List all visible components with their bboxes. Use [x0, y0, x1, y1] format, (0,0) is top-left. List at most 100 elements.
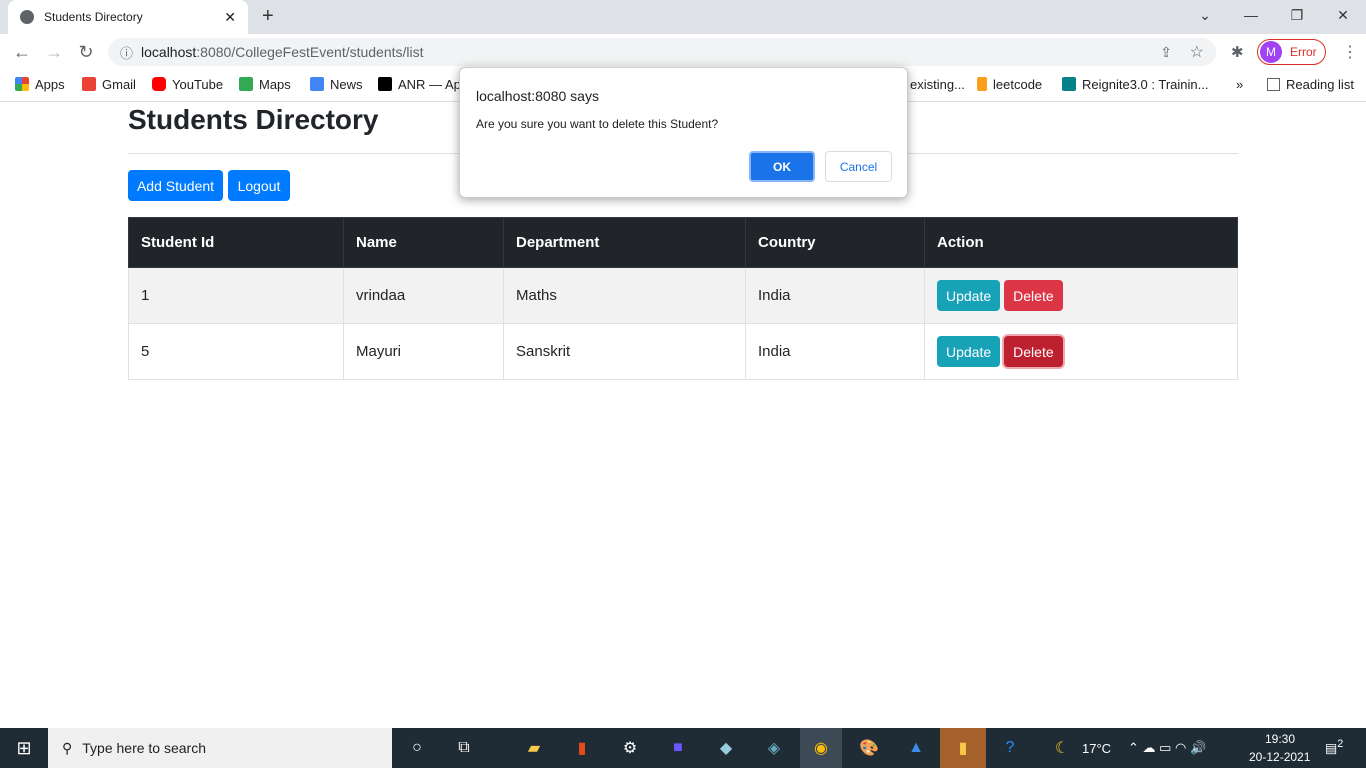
- logout-button[interactable]: Logout: [228, 170, 290, 201]
- bookmark-apps[interactable]: Apps: [15, 76, 65, 92]
- notifications-icon[interactable]: ▤2: [1325, 738, 1343, 756]
- bookmark-youtube[interactable]: YouTube: [152, 76, 223, 92]
- delete-button[interactable]: Delete: [1004, 336, 1063, 367]
- bookmark-news[interactable]: News: [310, 76, 363, 92]
- maps-icon: [239, 77, 253, 91]
- reload-icon[interactable]: ↻: [74, 40, 98, 64]
- forms-icon: [1062, 77, 1076, 91]
- col-name: Name: [343, 217, 504, 268]
- weather-moon-icon: ☾: [1054, 740, 1070, 757]
- ok-button[interactable]: OK: [749, 151, 815, 182]
- bookmark-star-icon[interactable]: ☆: [1190, 42, 1204, 62]
- task-view-icon[interactable]: ⧉: [450, 734, 478, 762]
- photos-icon[interactable]: ▲: [902, 734, 930, 762]
- chrome-icon[interactable]: ◉: [800, 728, 842, 768]
- bookmark-label: Reignite3.0 : Trainin...: [1082, 76, 1209, 92]
- bookmark-gmail[interactable]: Gmail: [82, 76, 136, 92]
- cell-country: India: [745, 323, 925, 380]
- taskbar-search[interactable]: ⚲ Type here to search: [48, 728, 392, 768]
- settings-icon[interactable]: ⚙: [616, 734, 644, 762]
- add-student-button[interactable]: Add Student: [128, 170, 223, 201]
- bookmark-label: YouTube: [172, 76, 224, 92]
- clock-time[interactable]: 19:30: [1265, 732, 1295, 746]
- gmail-icon: [82, 77, 96, 91]
- anr-icon: [378, 77, 392, 91]
- profile-status: Error: [1290, 45, 1317, 59]
- cortana-icon[interactable]: ○: [403, 734, 431, 762]
- update-button[interactable]: Update: [937, 280, 1001, 311]
- bookmark-leetcode[interactable]: leetcode: [977, 76, 1042, 92]
- bookmark-label: Apps: [35, 76, 65, 92]
- more-bookmarks-icon[interactable]: »: [1236, 76, 1243, 92]
- students-table: Student Id Name Department Country Actio…: [128, 217, 1238, 380]
- dialog-heading: localhost:8080 says: [476, 88, 599, 104]
- tab-title: Students Directory: [44, 10, 143, 24]
- tab-search-icon[interactable]: ⌄: [1182, 0, 1228, 30]
- page-title: Students Directory: [128, 104, 379, 135]
- col-country: Country: [745, 217, 925, 268]
- delete-button[interactable]: Delete: [1004, 280, 1063, 311]
- clock-date[interactable]: 20-12-2021: [1249, 750, 1310, 764]
- reading-list-button[interactable]: Reading list: [1267, 76, 1354, 92]
- close-tab-icon[interactable]: ✕: [224, 9, 236, 26]
- col-action: Action: [924, 217, 1238, 268]
- extensions-icon[interactable]: ✱: [1231, 43, 1244, 61]
- cancel-button[interactable]: Cancel: [825, 151, 892, 182]
- browser-tab[interactable]: Students Directory ✕: [8, 0, 248, 34]
- apps-grid-icon: [15, 77, 29, 91]
- update-button[interactable]: Update: [937, 336, 1001, 367]
- windows-start-icon[interactable]: ⊞: [10, 734, 38, 762]
- news-icon: [310, 77, 324, 91]
- bookmark-reignite[interactable]: Reignite3.0 : Trainin...: [1062, 76, 1208, 92]
- url-path: :8080/CollegeFestEvent/students/list: [196, 44, 424, 60]
- cell-department: Maths: [503, 267, 746, 324]
- cell-id: 5: [128, 323, 344, 380]
- file-explorer-icon[interactable]: ▰: [520, 734, 548, 762]
- bookmark-label: Gmail: [102, 76, 136, 92]
- cell-name: Mayuri: [343, 323, 504, 380]
- menu-icon[interactable]: ⋮: [1342, 42, 1358, 62]
- tray-icons[interactable]: ⌃ ☁ ▭ ◠ 🔊: [1128, 740, 1206, 756]
- bookmark-maps[interactable]: Maps: [239, 76, 291, 92]
- bookmark-existing[interactable]: existing...: [910, 76, 965, 92]
- bookmark-anr[interactable]: ANR — Ap: [378, 76, 461, 92]
- reading-list-label: Reading list: [1286, 76, 1354, 92]
- bookmark-label: News: [330, 76, 363, 92]
- help-icon[interactable]: ?: [996, 734, 1024, 762]
- url-host: localhost: [141, 44, 197, 60]
- youtube-icon: [152, 77, 166, 91]
- share-icon[interactable]: ⇪: [1160, 44, 1172, 61]
- mysql-icon[interactable]: ◈: [760, 734, 788, 762]
- office-icon[interactable]: ▮: [568, 734, 596, 762]
- paint-icon[interactable]: 🎨: [855, 734, 883, 762]
- col-student-id: Student Id: [128, 217, 344, 268]
- bookmark-label: ANR — Ap: [398, 76, 461, 92]
- reading-list-icon: [1267, 77, 1280, 91]
- info-icon: ⓘ: [120, 45, 134, 61]
- restore-button[interactable]: ❐: [1274, 0, 1320, 30]
- back-icon[interactable]: ←: [10, 40, 34, 64]
- notes-icon[interactable]: ◆: [712, 734, 740, 762]
- cell-id: 1: [128, 267, 344, 324]
- leetcode-icon: [977, 77, 987, 91]
- bookmark-label: leetcode: [993, 76, 1043, 92]
- minimize-button[interactable]: —: [1228, 0, 1274, 30]
- globe-icon: [20, 10, 34, 24]
- forward-icon[interactable]: →: [42, 40, 66, 64]
- profile-button[interactable]: M Error: [1257, 39, 1326, 65]
- cell-country: India: [745, 267, 925, 324]
- col-department: Department: [503, 217, 746, 268]
- address-bar[interactable]: ⓘ localhost:8080/CollegeFestEvent/studen…: [108, 38, 1216, 66]
- search-placeholder: Type here to search: [82, 740, 207, 756]
- cell-department: Sanskrit: [503, 323, 746, 380]
- new-tab-button[interactable]: +: [262, 5, 274, 28]
- close-window-button[interactable]: ✕: [1320, 0, 1366, 30]
- search-icon: ⚲: [62, 739, 73, 756]
- files-icon[interactable]: ▮: [940, 728, 986, 768]
- bookmark-label: Maps: [259, 76, 291, 92]
- table-row: 1 vrindaa Maths India Update Delete: [128, 267, 1238, 324]
- weather-temp[interactable]: 17°C: [1082, 741, 1111, 756]
- intellij-icon[interactable]: ■: [664, 734, 692, 762]
- avatar: M: [1260, 41, 1282, 63]
- notification-count: 2: [1337, 738, 1344, 750]
